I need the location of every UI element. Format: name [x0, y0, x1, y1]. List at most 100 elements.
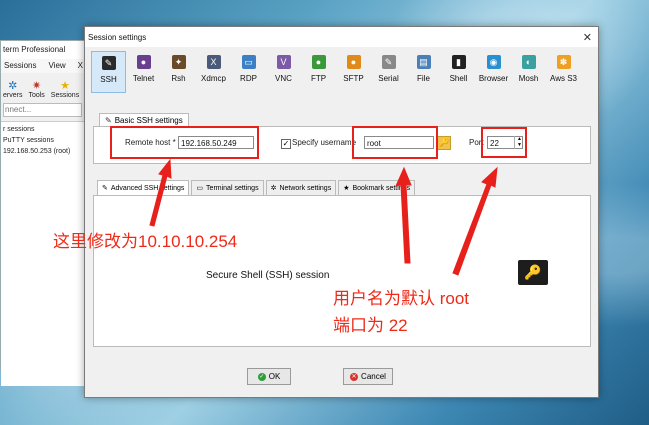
telnet-icon: ● [136, 55, 151, 69]
protocol-label: FTP [310, 74, 327, 83]
protocol-label: Aws S3 [550, 74, 577, 83]
browser-icon: ◉ [486, 55, 501, 69]
tab-advanced-ssh-settings[interactable]: ✎ Advanced SSH settings [97, 180, 190, 195]
bg-menu-sessions[interactable]: Sessions [4, 59, 36, 73]
servers-icon: ✲ [8, 80, 18, 92]
session-type-label: Secure Shell (SSH) session [206, 270, 330, 281]
annotation-user-note: 用户名为默认 root [333, 289, 470, 308]
key-icon-large: 🔑 [518, 260, 548, 285]
tab-icon: ★ [343, 185, 350, 192]
bg-tool-tools[interactable]: ✷ Tools [28, 80, 45, 100]
protocol-rdp[interactable]: ▭ RDP [231, 51, 266, 95]
protocol-ftp[interactable]: ● FTP [301, 51, 336, 95]
bg-tool-label: ervers [3, 92, 23, 99]
dialog-title: Session settings [88, 32, 147, 42]
aws-s3-icon: ✽ [556, 55, 571, 69]
check-icon: ✓ [257, 372, 266, 381]
sftp-icon: ● [346, 55, 361, 69]
protocol-label: Serial [378, 74, 399, 83]
annotation-host-note: 这里修改为10.10.10.254 [53, 232, 238, 251]
tab-label: Network settings [279, 184, 332, 192]
rdp-icon: ▭ [241, 55, 256, 69]
key-icon[interactable]: 🔑 [437, 136, 451, 150]
specify-username-checkbox[interactable]: ✓ [281, 139, 291, 149]
protocol-aws-s3[interactable]: ✽ Aws S3 [546, 51, 581, 95]
tab-terminal-settings[interactable]: ▭ Terminal settings [191, 180, 264, 195]
cancel-label: Cancel [361, 372, 386, 381]
mosh-icon: ◐ [521, 55, 536, 69]
bg-menubar: Sessions View X [1, 59, 84, 73]
dialog-titlebar: Session settings ✕ [85, 27, 598, 47]
protocol-xdmcp[interactable]: X Xdmcp [196, 51, 231, 95]
protocol-rsh[interactable]: ✦ Rsh [161, 51, 196, 95]
protocol-browser[interactable]: ◉ Browser [476, 51, 511, 95]
tab-icon: ✎ [102, 185, 108, 192]
protocol-serial[interactable]: ✎ Serial [371, 51, 406, 95]
session-settings-dialog: Session settings ✕ ✎ SSH ● Telnet ✦ Rsh X Xdmcp… [84, 26, 599, 398]
ssh-small-icon: ✎ [105, 116, 112, 125]
protocol-bar: ✎ SSH ● Telnet ✦ Rsh X Xdmcp ▭ RDP V VNC ● FTP ● SFTP ✎ S… [85, 47, 598, 95]
tab-icon: ▭ [196, 185, 204, 192]
protocol-vnc[interactable]: V VNC [266, 51, 301, 95]
cancel-button[interactable]: ✕ Cancel [343, 368, 393, 385]
protocol-label: File [417, 74, 430, 83]
tab-network-settings[interactable]: ✲ Network settings [265, 180, 337, 195]
protocol-label: Telnet [132, 74, 155, 83]
specify-username-label: Specify username [292, 138, 357, 147]
protocol-label: SFTP [343, 74, 364, 83]
bg-window-title: term Professional [1, 41, 84, 59]
ssh-icon: ✎ [101, 56, 116, 70]
tab-icon: ✲ [270, 185, 277, 192]
highlight-remote-host [110, 126, 259, 159]
close-icon[interactable]: ✕ [583, 31, 592, 44]
bg-tool-sessions[interactable]: ★ Sessions [50, 80, 80, 100]
ok-label: OK [268, 372, 281, 381]
tab-bookmark-settings[interactable]: ★ Bookmark settings [338, 180, 416, 195]
bg-session-item[interactable]: r sessions [3, 124, 82, 135]
highlight-port [481, 127, 527, 158]
vnc-icon: V [276, 55, 291, 69]
protocol-telnet[interactable]: ● Telnet [126, 51, 161, 95]
serial-icon: ✎ [381, 55, 396, 69]
advanced-tabs: ✎ Advanced SSH settings ▭ Terminal settings… [97, 180, 416, 195]
tools-icon: ✷ [32, 80, 42, 92]
file-icon: ▤ [416, 55, 431, 69]
bg-quick-connect[interactable]: nnect... [3, 103, 82, 117]
protocol-ssh[interactable]: ✎ SSH [91, 51, 126, 93]
bg-menu-view[interactable]: View [48, 59, 65, 73]
protocol-label: Mosh [518, 74, 539, 83]
basic-tab-label: Basic SSH settings [114, 116, 183, 125]
protocol-label: SSH [100, 75, 117, 84]
protocol-label: Xdmcp [201, 74, 226, 83]
tab-label: Terminal settings [206, 184, 259, 192]
protocol-mosh[interactable]: ◐ Mosh [511, 51, 546, 95]
star-icon: ★ [60, 80, 70, 92]
tab-label: Advanced SSH settings [110, 184, 185, 192]
protocol-shell[interactable]: ▮ Shell [441, 51, 476, 95]
protocol-file[interactable]: ▤ File [406, 51, 441, 95]
bg-toolbar: ✲ ervers ✷ Tools ★ Sessions [1, 73, 84, 100]
protocol-label: Shell [449, 74, 468, 83]
bg-tool-label: Tools [28, 92, 45, 99]
tab-basic-ssh-settings[interactable]: ✎ Basic SSH settings [99, 113, 189, 127]
protocol-sftp[interactable]: ● SFTP [336, 51, 371, 95]
bg-session-item[interactable]: PuTTY sessions [3, 135, 82, 146]
protocol-label: VNC [275, 74, 292, 83]
annotation-port-note: 端口为 22 [333, 316, 408, 335]
protocol-label: RDP [240, 74, 257, 83]
bg-menu-x[interactable]: X [78, 59, 83, 73]
protocol-label: Browser [478, 74, 509, 83]
cancel-icon: ✕ [350, 372, 359, 381]
ok-button[interactable]: ✓ OK [247, 368, 291, 385]
bg-session-item[interactable]: 192.168.50.253 (root) [3, 146, 82, 157]
bg-tool-servers[interactable]: ✲ ervers [3, 80, 23, 100]
xdmcp-icon: X [206, 55, 221, 69]
rsh-icon: ✦ [171, 55, 186, 69]
background-app-window: term Professional Sessions View X ✲ erver… [0, 40, 85, 386]
bg-session-list: r sessions PuTTY sessions 192.168.50.253… [1, 121, 84, 386]
shell-icon: ▮ [451, 55, 466, 69]
protocol-label: Rsh [171, 74, 186, 83]
ftp-icon: ● [311, 55, 326, 69]
bg-tool-label: Sessions [50, 92, 80, 99]
tab-label: Bookmark settings [352, 184, 411, 192]
